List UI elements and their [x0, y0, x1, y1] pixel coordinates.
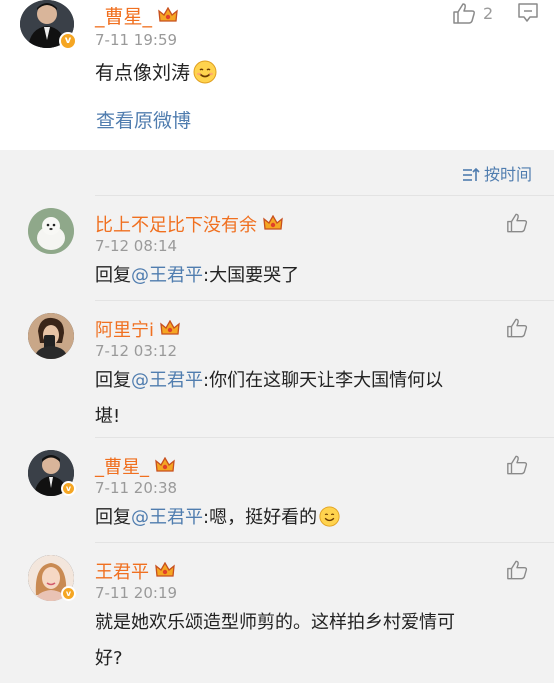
mention-link[interactable]: @王君平: [131, 370, 203, 391]
crown-icon: [263, 214, 283, 238]
smile-emoji-icon: [193, 60, 217, 96]
crown-icon: [155, 561, 175, 585]
divider: [95, 437, 554, 438]
comment-icon[interactable]: [517, 2, 539, 28]
comment-time: 7-11 20:19: [95, 584, 178, 602]
comment-text: 回复@王君平:你们在这聊天让李大国情何以 堪!: [95, 370, 444, 427]
crown-icon: [158, 6, 178, 30]
post-time: 7-11 19:59: [95, 31, 178, 49]
comment-text: 就是她欢乐颂造型师剪的。这样拍乡村爱情可 好?: [95, 612, 455, 669]
comment-username[interactable]: 阿里宁i: [95, 316, 180, 343]
verified-badge-icon: v: [59, 32, 77, 50]
divider: [95, 542, 554, 543]
like-icon[interactable]: [452, 2, 476, 28]
like-icon[interactable]: [506, 454, 528, 479]
post-text: 有点像刘涛: [95, 55, 217, 96]
sort-label: 按时间: [483, 165, 532, 184]
mention-link[interactable]: @王君平: [131, 265, 203, 286]
comment-username[interactable]: 王君平: [95, 558, 175, 585]
comment-username[interactable]: 比上不足比下没有余: [95, 211, 283, 238]
crown-icon: [160, 319, 180, 343]
like-icon[interactable]: [506, 559, 528, 584]
mention-link[interactable]: @王君平: [131, 507, 203, 528]
like-icon[interactable]: [506, 212, 528, 237]
like-count: 2: [483, 4, 494, 23]
comment-username[interactable]: _曹星_: [95, 453, 175, 480]
original-post: v _曹星_ 7-11 19:59 有点像刘涛 查看原微博 2: [0, 0, 554, 150]
avatar[interactable]: [28, 313, 74, 359]
comment-time: 7-12 03:12: [95, 342, 178, 360]
comment-time: 7-11 20:38: [95, 479, 178, 497]
view-original-link[interactable]: 查看原微博: [96, 106, 191, 133]
verified-badge-icon: v: [61, 586, 76, 601]
like-icon[interactable]: [506, 317, 528, 342]
avatar[interactable]: [28, 208, 74, 254]
crown-icon: [155, 456, 175, 480]
comment-text: 回复@王君平:大国要哭了: [95, 265, 300, 286]
sort-icon: [462, 167, 480, 181]
smile-emoji-icon: [319, 504, 340, 540]
divider: [95, 300, 554, 301]
comment-text: 回复@王君平:嗯，挺好看的: [95, 500, 340, 540]
divider: [95, 195, 554, 196]
sort-by-time-button[interactable]: 按时间: [462, 161, 532, 185]
comment-time: 7-12 08:14: [95, 237, 178, 255]
post-username[interactable]: _曹星_: [95, 2, 178, 30]
verified-badge-icon: v: [61, 481, 76, 496]
